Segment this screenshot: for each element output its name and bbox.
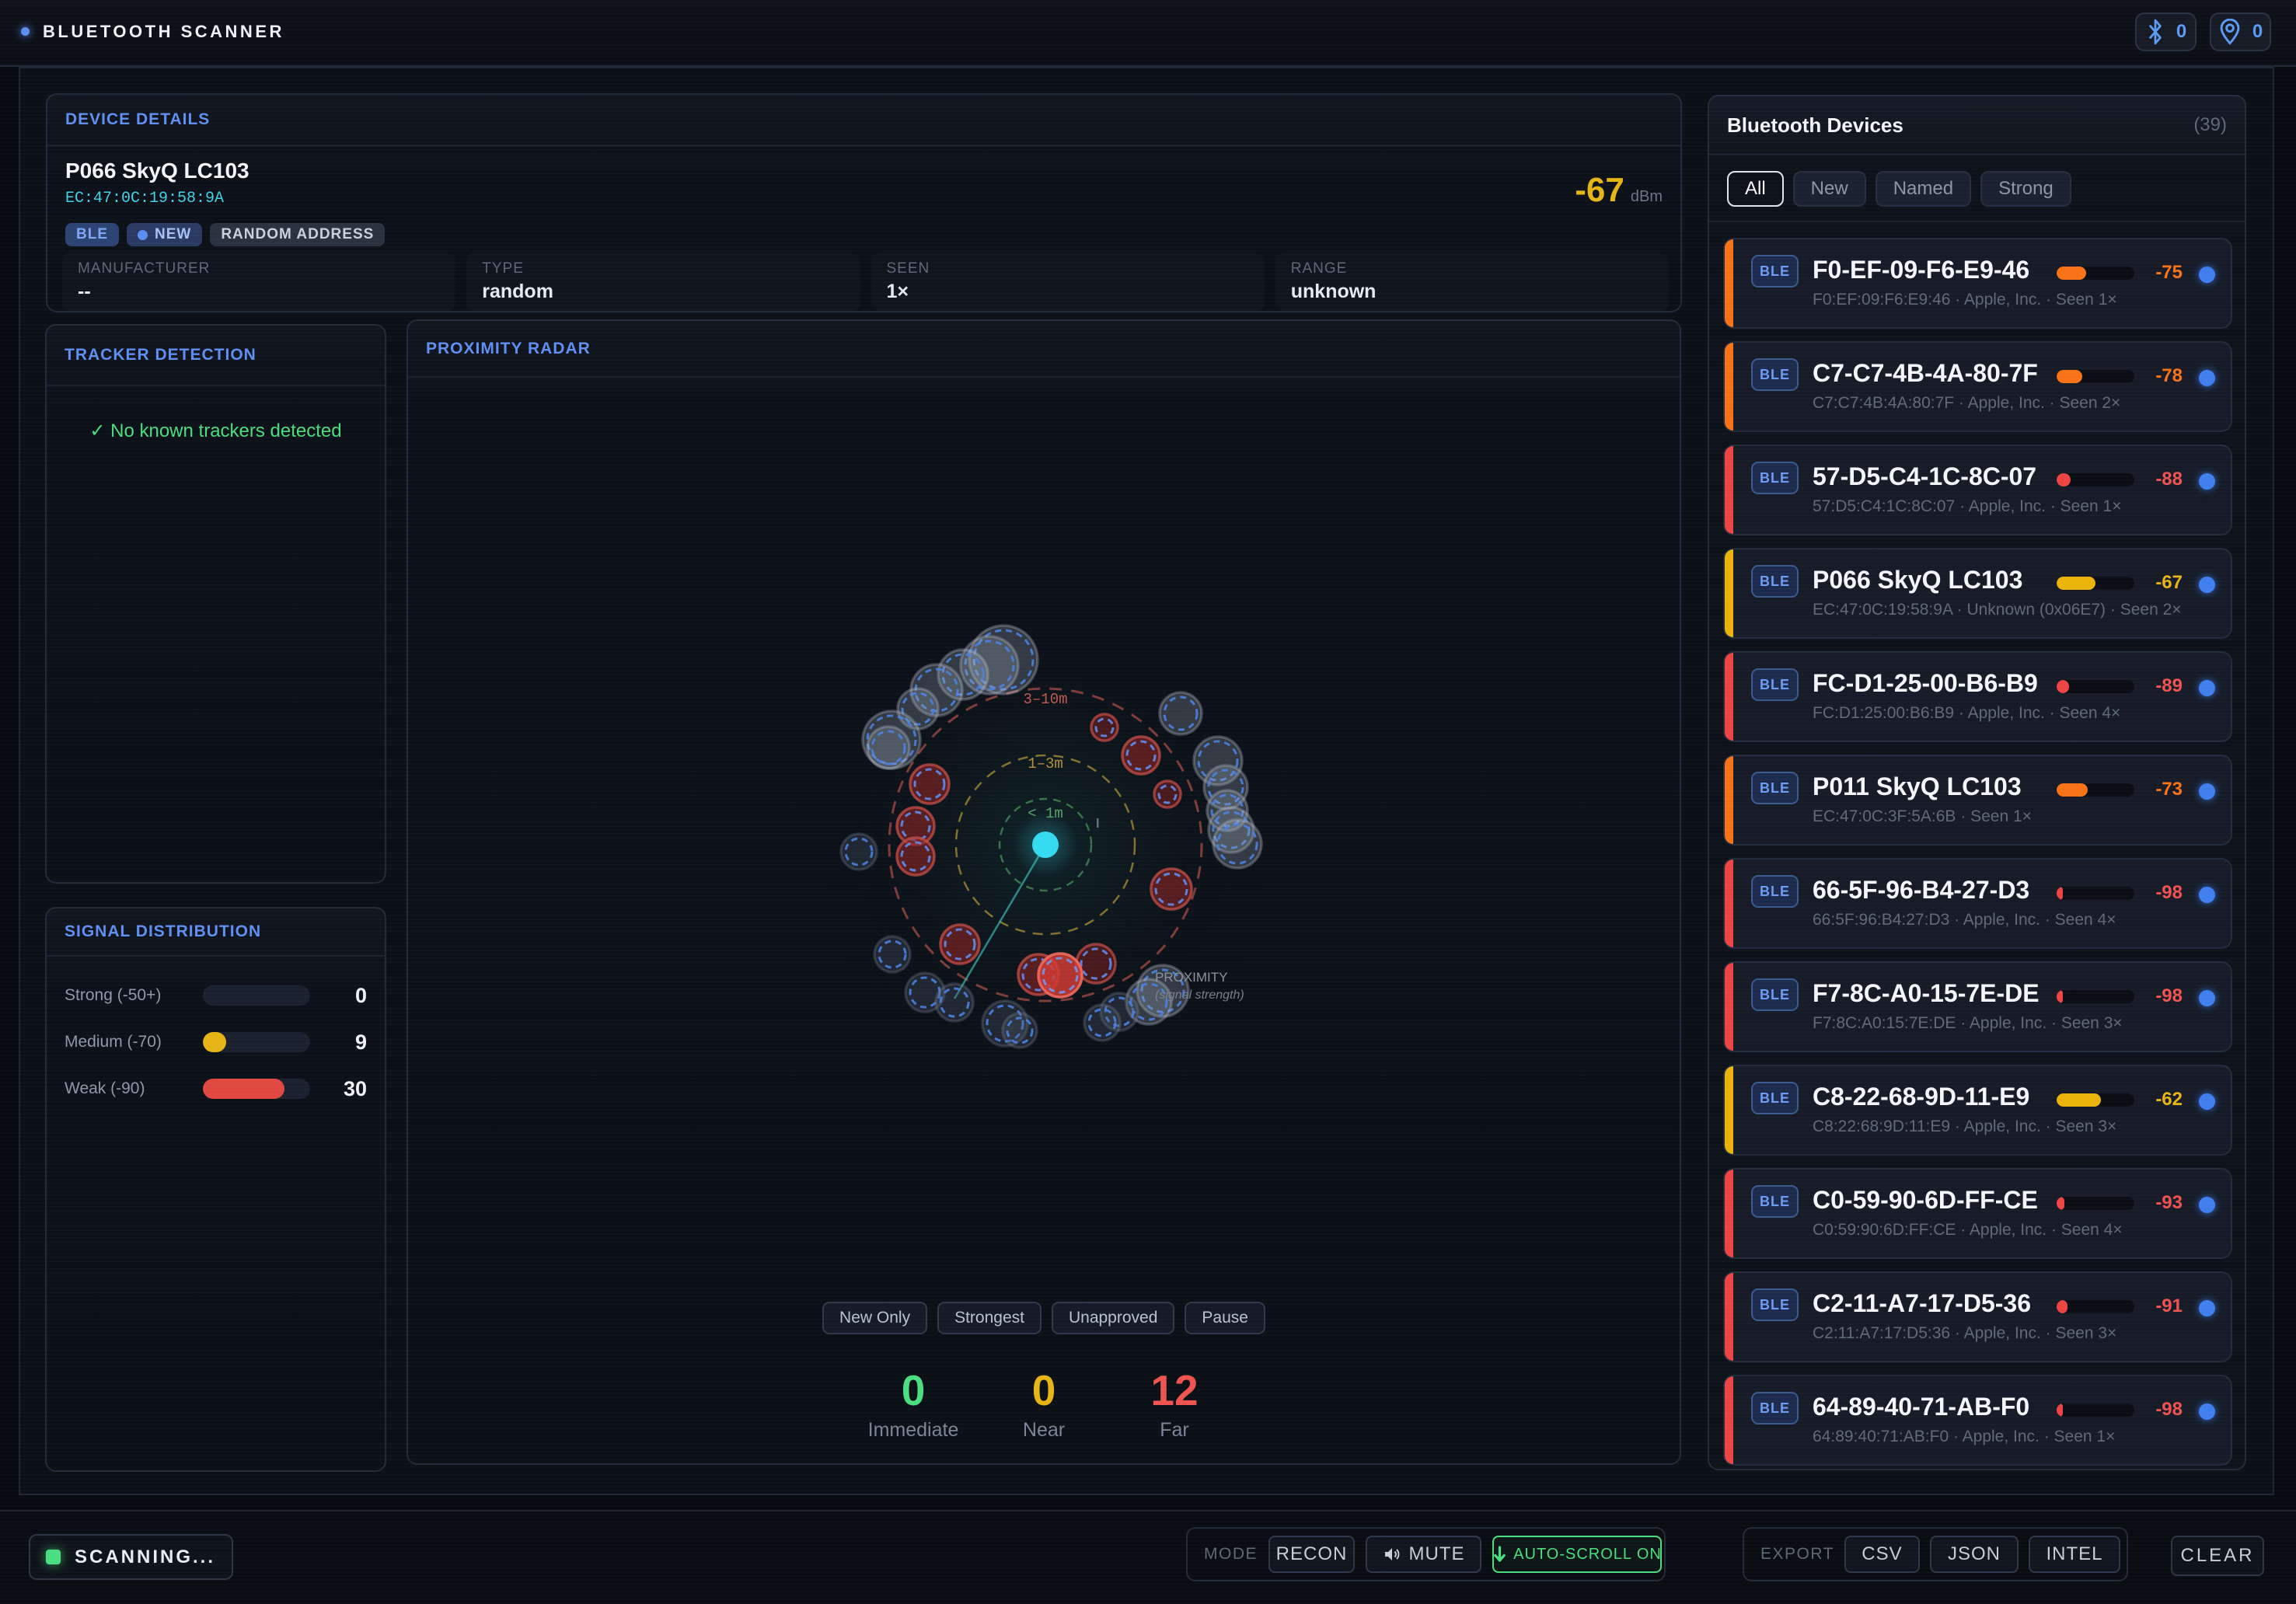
svg-text:< 1m: < 1m: [1028, 805, 1063, 822]
svg-text:PROXIMITY: PROXIMITY: [1155, 970, 1228, 985]
svg-text:1–3m: 1–3m: [1028, 755, 1063, 772]
svg-text:(signal strength): (signal strength): [1155, 989, 1244, 1002]
svg-text:3–10m: 3–10m: [1023, 691, 1067, 708]
